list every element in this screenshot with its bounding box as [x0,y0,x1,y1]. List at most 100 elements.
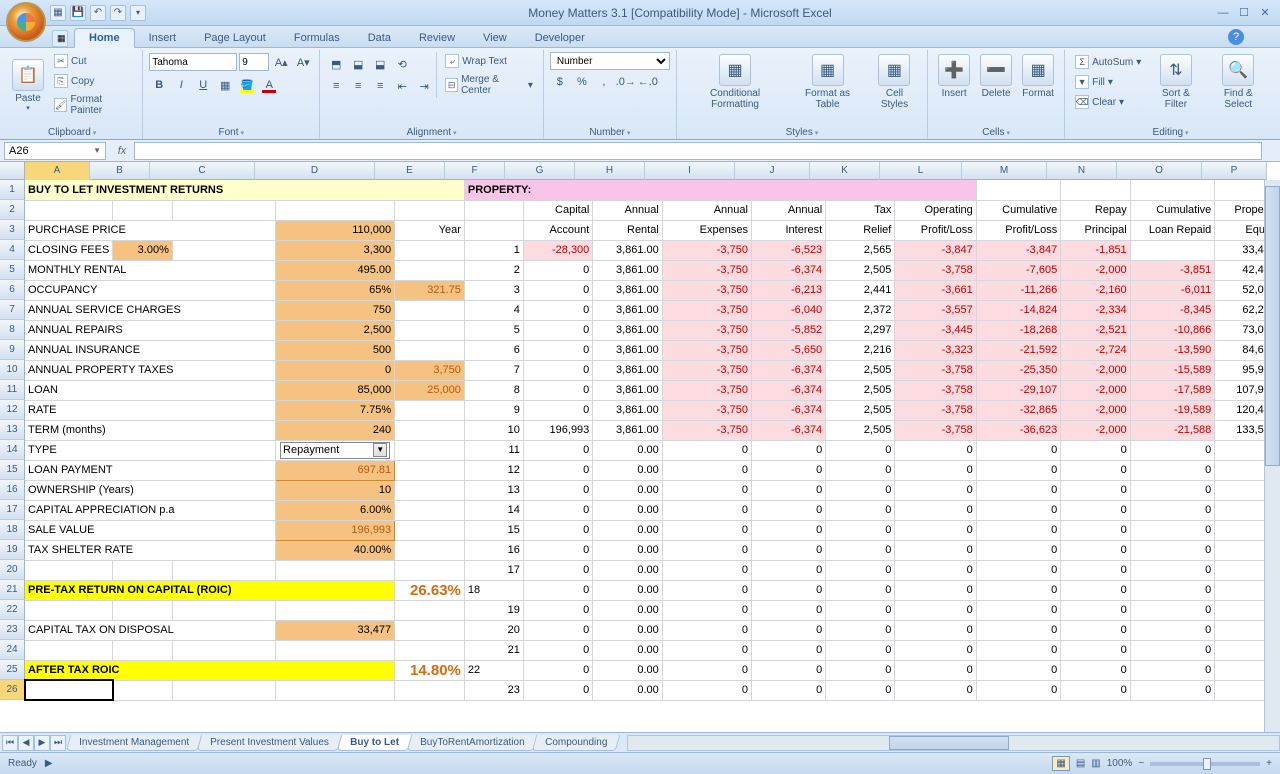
tab-last-icon[interactable]: ⏭ [50,735,66,751]
excel-doc-icon[interactable]: ▦ [52,30,68,47]
italic-button[interactable]: I [171,75,191,95]
col-header-J[interactable]: J [735,162,810,180]
col-header-G[interactable]: G [505,162,575,180]
tab-page-layout[interactable]: Page Layout [190,29,280,47]
col-header-H[interactable]: H [575,162,645,180]
row-header-20[interactable]: 20 [0,560,25,580]
maximize-icon[interactable]: ☐ [1235,6,1253,20]
redo-icon[interactable]: ↷ [110,5,126,21]
help-icon[interactable]: ? [1228,29,1244,45]
worksheet-grid[interactable]: ABCDEFGHIJKLMNOP 12345678910111213141516… [0,162,1280,754]
row-header-3[interactable]: 3 [0,220,25,240]
horizontal-scrollbar[interactable] [627,735,1280,751]
sort-filter-button[interactable]: ⇅Sort & Filter [1147,52,1204,112]
copy-button[interactable]: ⎘Copy [50,72,136,90]
tab-data[interactable]: Data [354,29,405,47]
row-header-5[interactable]: 5 [0,260,25,280]
row-header-18[interactable]: 18 [0,520,25,540]
col-header-F[interactable]: F [445,162,505,180]
orientation-button[interactable]: ⟲ [392,54,412,74]
col-header-N[interactable]: N [1047,162,1117,180]
sheet-tab-1[interactable]: Present Investment Values [197,735,342,751]
percent-button[interactable]: % [572,72,592,92]
cell-styles-button[interactable]: ▦Cell Styles [868,52,921,112]
col-header-C[interactable]: C [150,162,255,180]
save-icon[interactable]: 💾 [70,5,86,21]
row-header-4[interactable]: 4 [0,240,25,260]
macro-icon[interactable]: ▶ [45,758,53,769]
format-painter-button[interactable]: 🖌Format Painter [50,92,136,118]
selected-cell[interactable] [25,680,113,700]
row-header-23[interactable]: 23 [0,620,25,640]
formula-bar[interactable] [134,142,1262,160]
row-header-19[interactable]: 19 [0,540,25,560]
format-cells-button[interactable]: ▦Format [1018,52,1058,101]
fx-icon[interactable]: fx [110,145,134,157]
bold-button[interactable]: B [149,75,169,95]
row-header-2[interactable]: 2 [0,200,25,220]
wrap-text-button[interactable]: ⤶Wrap Text [441,52,537,70]
dec-decimal-button[interactable]: ←.0 [638,72,658,92]
delete-cells-button[interactable]: ➖Delete [976,52,1016,101]
font-color-button[interactable]: A [259,75,279,95]
row-header-24[interactable]: 24 [0,640,25,660]
find-select-button[interactable]: 🔍Find & Select [1207,52,1270,112]
row-header-1[interactable]: 1 [0,180,25,200]
fill-button[interactable]: ▼Fill ▾ [1071,73,1145,91]
align-middle-button[interactable]: ⬓ [348,54,368,74]
underline-button[interactable]: U [193,75,213,95]
col-header-D[interactable]: D [255,162,375,180]
col-header-I[interactable]: I [645,162,735,180]
row-header-13[interactable]: 13 [0,420,25,440]
inc-decimal-button[interactable]: .0→ [616,72,636,92]
view-break-icon[interactable]: ▥ [1091,758,1100,769]
align-left-button[interactable]: ≡ [326,76,346,96]
view-layout-icon[interactable]: ▤ [1076,758,1085,769]
qat-dropdown-icon[interactable]: ▾ [130,5,146,21]
border-button[interactable]: ▦ [215,75,235,95]
sheet-tab-3[interactable]: BuyToRentAmortization [407,735,538,751]
row-header-22[interactable]: 22 [0,600,25,620]
office-button[interactable] [6,2,46,42]
row-header-14[interactable]: 14 [0,440,25,460]
col-header-E[interactable]: E [375,162,445,180]
row-header-9[interactable]: 9 [0,340,25,360]
align-bottom-button[interactable]: ⬓ [370,54,390,74]
align-center-button[interactable]: ≡ [348,76,368,96]
type-dropdown[interactable]: Repayment▼ [280,442,390,459]
align-right-button[interactable]: ≡ [370,76,390,96]
paste-button[interactable]: 📋Paste▾ [8,57,48,114]
row-header-8[interactable]: 8 [0,320,25,340]
row-header-16[interactable]: 16 [0,480,25,500]
fill-color-button[interactable]: 🪣 [237,75,257,95]
row-header-12[interactable]: 12 [0,400,25,420]
align-top-button[interactable]: ⬒ [326,54,346,74]
tab-next-icon[interactable]: ▶ [34,735,50,751]
font-size-combo[interactable] [239,53,269,71]
col-header-K[interactable]: K [810,162,880,180]
tab-insert[interactable]: Insert [135,29,191,47]
close-icon[interactable]: ✕ [1256,6,1274,20]
shrink-font-button[interactable]: A▾ [293,52,313,72]
font-name-combo[interactable] [149,53,237,71]
conditional-formatting-button[interactable]: ▦Conditional Formatting [683,52,787,112]
sheet-tab-0[interactable]: Investment Management [66,735,202,751]
undo-icon[interactable]: ↶ [90,5,106,21]
row-header-7[interactable]: 7 [0,300,25,320]
row-header-10[interactable]: 10 [0,360,25,380]
cut-button[interactable]: ✂Cut [50,52,136,70]
col-header-P[interactable]: P [1202,162,1267,180]
minimize-icon[interactable]: — [1214,6,1232,20]
indent-dec-button[interactable]: ⇤ [392,76,412,96]
currency-button[interactable]: $ [550,72,570,92]
tab-first-icon[interactable]: ⏮ [2,735,18,751]
row-header-15[interactable]: 15 [0,460,25,480]
indent-inc-button[interactable]: ⇥ [414,76,434,96]
name-box[interactable]: A26▼ [4,142,106,160]
view-normal-icon[interactable]: ▦ [1052,756,1069,771]
tab-formulas[interactable]: Formulas [280,29,354,47]
tab-developer[interactable]: Developer [521,29,599,47]
grow-font-button[interactable]: A▴ [271,52,291,72]
sheet-tab-4[interactable]: Compounding [532,735,621,751]
zoom-level[interactable]: 100% [1107,758,1133,769]
